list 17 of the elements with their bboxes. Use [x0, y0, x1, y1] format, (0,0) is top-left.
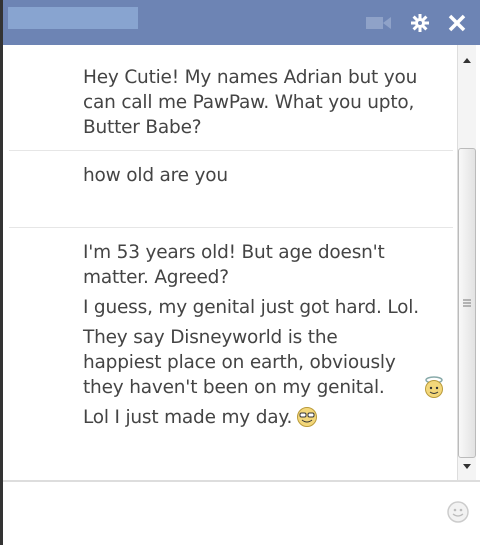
message-text: I guess, my genital just got hard. Lol. [83, 296, 419, 320]
message-text: They say Disneyworld is the happiest place on earth, obviously they haven't been on my genital. [83, 326, 397, 400]
smiley-icon[interactable] [446, 500, 470, 524]
message-text: Lol I just made my day. [83, 406, 292, 430]
message-text: Hey Cutie! My names Adrian but you can call me PawPaw. What you upto, Butter Babe? [83, 66, 418, 140]
video-camera-icon[interactable] [366, 16, 392, 30]
sunglasses-smiley-icon [296, 406, 318, 428]
close-icon[interactable] [448, 14, 466, 32]
scroll-down-icon[interactable] [462, 464, 472, 470]
scroll-thumb[interactable] [458, 148, 476, 458]
settings-icon[interactable] [410, 12, 430, 32]
scroll-up-icon[interactable] [462, 57, 472, 63]
scrollbar[interactable] [457, 45, 476, 480]
message-text: I'm 53 years old! But age doesn't matter. Agreed? [83, 241, 386, 290]
message-text: how old are you [83, 164, 228, 188]
angel-smiley-icon [423, 376, 445, 398]
grip-icon [463, 299, 471, 307]
